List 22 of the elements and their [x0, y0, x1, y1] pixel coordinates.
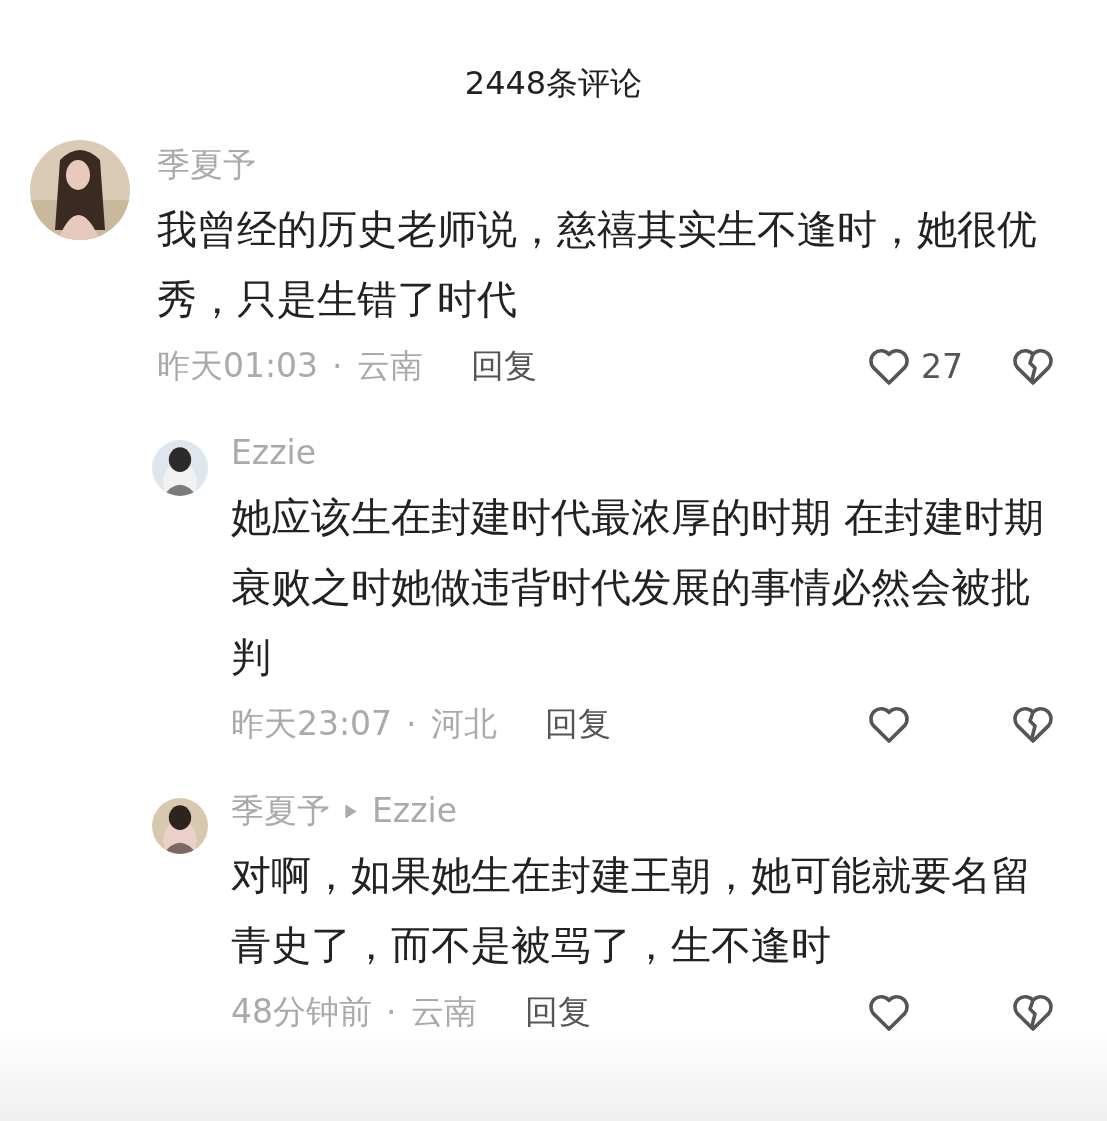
comment-text: 对啊，如果她生在封建王朝，她可能就要名留青史了，而不是被骂了，生不逢时 [231, 851, 1032, 970]
separator-dot: · [386, 992, 397, 1032]
comment-time: 48分钟前 [231, 990, 372, 1033]
comment-text: 我曾经的历史老师说，慈禧其实生不逢时，她很优秀，只是生错了时代 [157, 205, 1038, 324]
comment-location: 河北 [430, 702, 497, 745]
author-name[interactable]: Ezzie [231, 428, 316, 478]
reply-button[interactable]: 回复 [544, 701, 611, 747]
like-count: 27 [921, 346, 964, 386]
author-name[interactable]: 季夏予 [231, 786, 330, 836]
comment-time: 昨天23:07 [231, 702, 393, 745]
comment-location: 云南 [356, 344, 423, 387]
separator-dot: · [332, 346, 343, 386]
reply-button[interactable]: 回复 [524, 989, 591, 1035]
comment-location: 云南 [410, 990, 477, 1033]
separator-dot: · [406, 704, 417, 744]
play-triangle-icon [344, 802, 358, 820]
comment-text: 她应该生在封建时代最浓厚的时期 在封建时期衰败之时她做违背时代发展的事情必然会被批判 [231, 493, 1045, 682]
reply-button[interactable]: 回复 [470, 343, 537, 389]
comment-time: 昨天01:03 [157, 344, 319, 387]
reply-target-name[interactable]: Ezzie [372, 786, 457, 836]
comments-title: 2448条评论 [463, 63, 644, 104]
author-name[interactable]: 季夏予 [157, 140, 256, 190]
